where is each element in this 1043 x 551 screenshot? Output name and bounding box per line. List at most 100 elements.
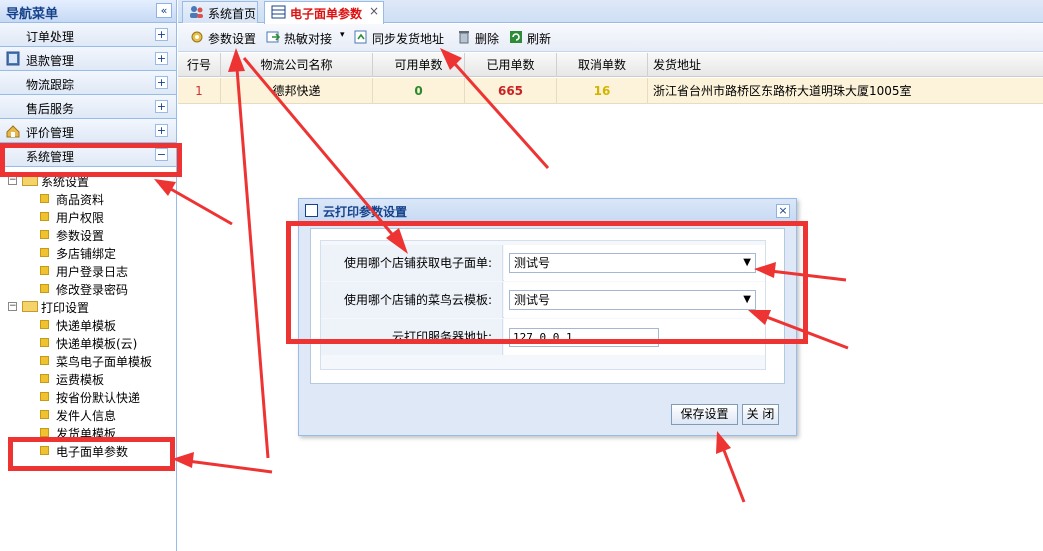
page-icon [40,230,49,239]
column-header-available[interactable]: 可用单数 [373,53,465,77]
chevron-down-icon: ▼ [743,257,751,268]
table-row[interactable]: 1 德邦快递 0 665 16 浙江省台州市路桥区东路桥大道明珠大厦1005室 [178,78,1043,104]
form-row-shop: 使用哪个店铺获取电子面单: 测试号 ▼ [321,245,765,281]
cell-company: 德邦快递 [221,78,373,104]
column-header-address[interactable]: 发货地址 [648,53,1043,77]
menu-label: 售后服务 [26,102,75,116]
dialog-body: 使用哪个店铺获取电子面单: 测试号 ▼ 使用哪个店铺的菜鸟云模板: 测试号 ▼ [310,228,785,384]
selected-value: 测试号 [514,293,551,307]
button-label: 参数设置 [208,32,257,46]
menu-order-processing[interactable]: 订单处理 + [0,23,176,47]
save-settings-button[interactable]: 保存设置 [671,404,738,425]
dialog-footer: 保存设置 关 闭 [299,398,796,435]
tree-item-label: 快递单模板(云) [56,337,138,351]
field-label: 云打印服务器地址: [321,319,503,355]
tree-item-label: 快递单模板 [56,319,117,333]
nav-title: 导航菜单 [6,7,59,22]
close-icon[interactable]: × [369,4,379,18]
users-icon [190,6,203,18]
page-icon [40,284,49,293]
tree-collapse-icon[interactable]: − [8,302,17,311]
field-value-cell: 测试号 ▼ [504,245,765,281]
sync-icon [354,30,367,44]
menu-after-sales[interactable]: 售后服务 + [0,95,176,119]
delete-button[interactable]: 删除 [457,29,501,47]
cell-cancelled: 16 [557,78,648,104]
tree-item-label: 电子面单参数 [56,445,129,459]
page-icon [40,212,49,221]
sync-shipping-address-button[interactable]: 同步发货地址 [354,29,446,47]
tab-electronic-waybill-params[interactable]: 电子面单参数 × [264,1,384,24]
button-label: 删除 [475,32,500,46]
button-label: 热敏对接 [284,32,333,46]
tab-label: 系统首页 [208,7,257,21]
menu-logistics-tracking[interactable]: 物流跟踪 + [0,71,176,95]
tree-item-label: 多店铺绑定 [56,247,117,261]
shop-select[interactable]: 测试号 ▼ [509,253,756,273]
refresh-button[interactable]: 刷新 [509,29,553,47]
button-label: 刷新 [527,32,552,46]
expand-icon[interactable]: + [155,52,168,65]
expand-icon[interactable]: + [155,28,168,41]
chevron-down-icon: ▼ [743,294,751,305]
page-icon [40,248,49,257]
tab-home[interactable]: 系统首页 [182,1,258,23]
field-label: 使用哪个店铺获取电子面单: [321,245,503,281]
column-header-company[interactable]: 物流公司名称 [221,53,373,77]
template-select[interactable]: 测试号 ▼ [509,290,756,310]
document-icon [6,51,20,66]
menu-review-management[interactable]: 评价管理 + [0,119,176,143]
button-label: 同步发货地址 [372,32,445,46]
folder-icon [22,301,38,312]
server-address-input[interactable]: 127.0.0.1 [509,328,659,347]
expand-icon[interactable]: + [155,76,168,89]
form-row-template: 使用哪个店铺的菜鸟云模板: 测试号 ▼ [321,282,765,318]
dialog-titlebar[interactable]: 云打印参数设置 × [299,199,796,223]
navigation-panel: 导航菜单 « 订单处理 + 退款管理 + 物流跟踪 + 售后服务 + 评价管理 … [0,0,177,551]
tree-group-label: 打印设置 [41,301,90,315]
column-header-row-no[interactable]: 行号 [178,53,221,77]
tree-group-label: 系统设置 [41,175,90,189]
tree-item-label: 用户权限 [56,211,105,225]
cell-available: 0 [373,78,465,104]
column-header-cancelled[interactable]: 取消单数 [557,53,648,77]
cell-row-no: 1 [178,78,221,104]
page-icon [40,410,49,419]
grid-header: 行号 物流公司名称 可用单数 已用单数 取消单数 发货地址 [178,53,1043,77]
page-icon [40,356,49,365]
selected-value: 测试号 [514,256,551,270]
param-settings-button[interactable]: 参数设置 [190,29,262,47]
menu-system-management[interactable]: 系统管理 − [0,143,176,167]
grid-icon [271,5,286,19]
menu-refund-management[interactable]: 退款管理 + [0,47,176,71]
tree-item-label: 用户登录日志 [56,265,129,279]
hotkey-integration-button[interactable]: 热敏对接 ▾ [266,29,346,47]
app-window: 导航菜单 « 订单处理 + 退款管理 + 物流跟踪 + 售后服务 + 评价管理 … [0,0,1043,551]
menu-label: 物流跟踪 [26,78,75,92]
menu-label: 退款管理 [26,54,75,68]
dropdown-arrow-icon: ▾ [340,30,345,40]
tree-item-label: 修改登录密码 [56,283,129,297]
settings-icon [191,31,203,43]
field-value-cell: 127.0.0.1 [504,319,765,355]
page-icon [40,428,49,437]
page-icon [40,374,49,383]
tab-label: 电子面单参数 [290,7,363,21]
tree-item-label: 商品资料 [56,193,105,207]
expand-icon[interactable]: + [155,124,168,137]
menu-label: 评价管理 [26,126,75,140]
export-icon [266,31,280,43]
tree-item-label: 按省份默认快递 [56,391,141,405]
nav-collapse-button[interactable]: « [156,3,172,18]
collapse-icon[interactable]: − [155,148,168,161]
cloud-print-settings-dialog: 云打印参数设置 × 使用哪个店铺获取电子面单: 测试号 ▼ 使用哪个店铺的菜鸟云… [298,198,797,436]
expand-icon[interactable]: + [155,100,168,113]
close-icon[interactable]: × [776,204,790,218]
tree-collapse-icon[interactable]: − [8,176,17,185]
refresh-icon [510,31,522,43]
column-header-used[interactable]: 已用单数 [465,53,557,77]
close-button[interactable]: 关 闭 [742,404,779,425]
cell-address: 浙江省台州市路桥区东路桥大道明珠大厦1005室 [653,84,912,98]
tree-item-label: 发货单模板 [56,427,117,441]
menu-label: 系统管理 [26,150,75,164]
